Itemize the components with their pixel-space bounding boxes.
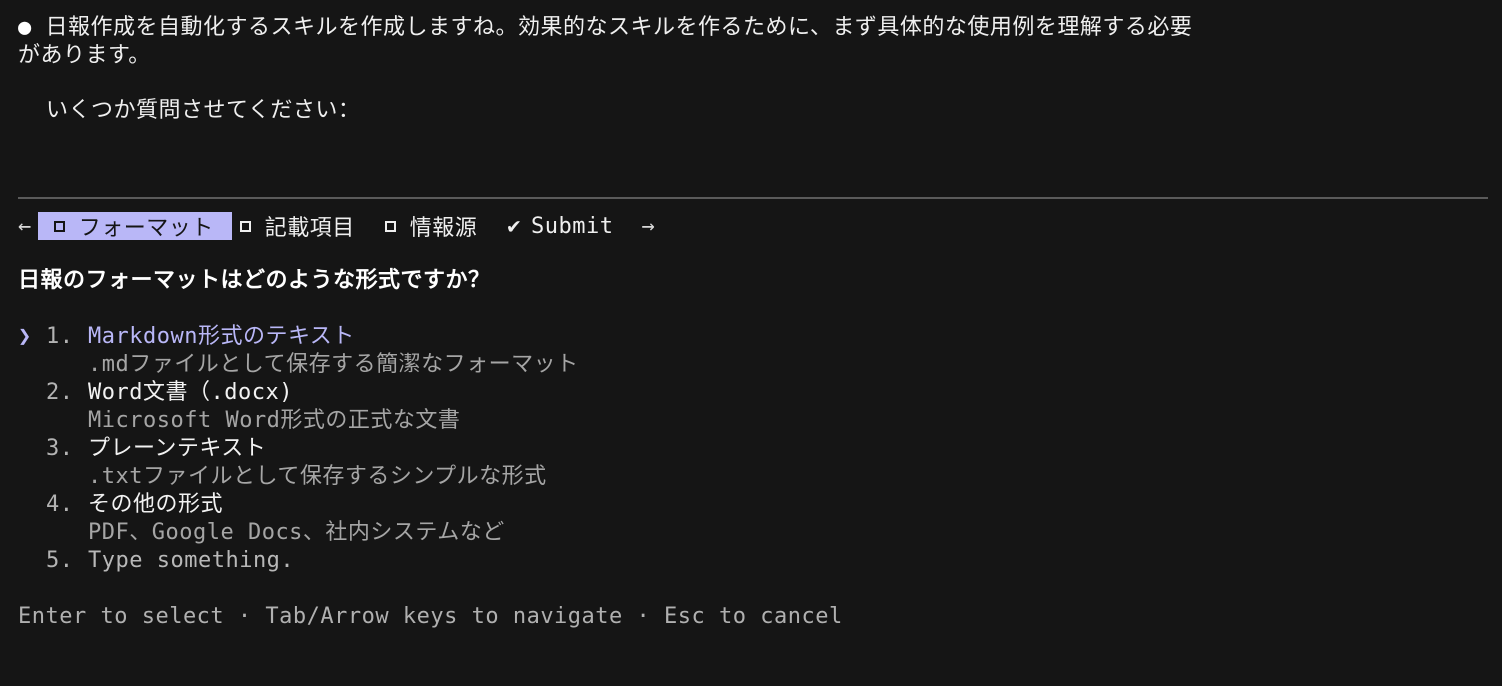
option-number: 1. (46, 324, 74, 349)
option-description: .mdファイルとして保存する簡潔なフォーマット (88, 352, 579, 377)
option-description: .txtファイルとして保存するシンプルな形式 (88, 464, 547, 489)
left-arrow-icon[interactable]: ← (18, 214, 38, 239)
option-number: 5. (46, 548, 74, 573)
option-1[interactable]: ❯ 1. Markdown形式のテキスト (18, 323, 355, 351)
checkbox-icon (384, 220, 396, 232)
assistant-prompt: いくつか質問させてください： (46, 98, 361, 123)
tab-format-label: フォーマット (78, 216, 214, 241)
checkbox-icon (53, 220, 65, 232)
tab-sources-label: 情報源 (409, 216, 478, 241)
checkbox-icon (239, 220, 251, 232)
question-title: 日報のフォーマットはどのような形式ですか？ (18, 268, 491, 293)
option-number: 4. (46, 492, 74, 517)
option-4[interactable]: 4. その他の形式 (18, 491, 223, 519)
right-arrow-icon[interactable]: → (636, 214, 656, 239)
option-3[interactable]: 3. プレーンテキスト (18, 435, 266, 463)
assistant-message-text-1: 日報作成を自動化するスキルを作成しますね。効果的なスキルを作るために、まず具体的… (45, 15, 1193, 40)
tab-submit[interactable]: ✔ Submit (499, 212, 621, 240)
assistant-message-line-2: があります。 (18, 43, 151, 68)
tab-format[interactable]: フォーマット (37, 212, 232, 241)
option-number: 2. (46, 380, 74, 405)
bullet-icon: ● (18, 15, 32, 40)
tab-items[interactable]: 記載項目 (232, 212, 363, 241)
option-label: Word文書（.docx) (88, 380, 293, 405)
assistant-message-line-1: ● 日報作成を自動化するスキルを作成しますね。効果的なスキルを作るために、まず具… (18, 14, 1192, 42)
tab-sources[interactable]: 情報源 (377, 212, 486, 241)
option-label: その他の形式 (88, 492, 224, 517)
option-label[interactable]: Type something. (88, 547, 294, 575)
option-label: プレーンテキスト (88, 436, 267, 461)
option-description: PDF、Google Docs、社内システムなど (88, 520, 505, 545)
option-2[interactable]: 2. Word文書（.docx) (18, 379, 293, 407)
divider (18, 197, 1488, 199)
tab-items-label: 記載項目 (264, 216, 355, 241)
option-description: Microsoft Word形式の正式な文書 (88, 408, 461, 433)
checkmark-icon: ✔ (507, 213, 522, 239)
option-label: Markdown形式のテキスト (88, 324, 355, 349)
option-number: 3. (46, 436, 74, 461)
keyboard-hints: Enter to select · Tab/Arrow keys to navi… (18, 604, 843, 629)
question-tab-bar: ← フォーマット 記載項目 情報源 ✔ Submit → (18, 211, 655, 241)
cursor-icon: ❯ (18, 324, 32, 349)
tab-submit-label: Submit (531, 213, 614, 239)
option-5[interactable]: 5. Type something. (18, 547, 294, 575)
